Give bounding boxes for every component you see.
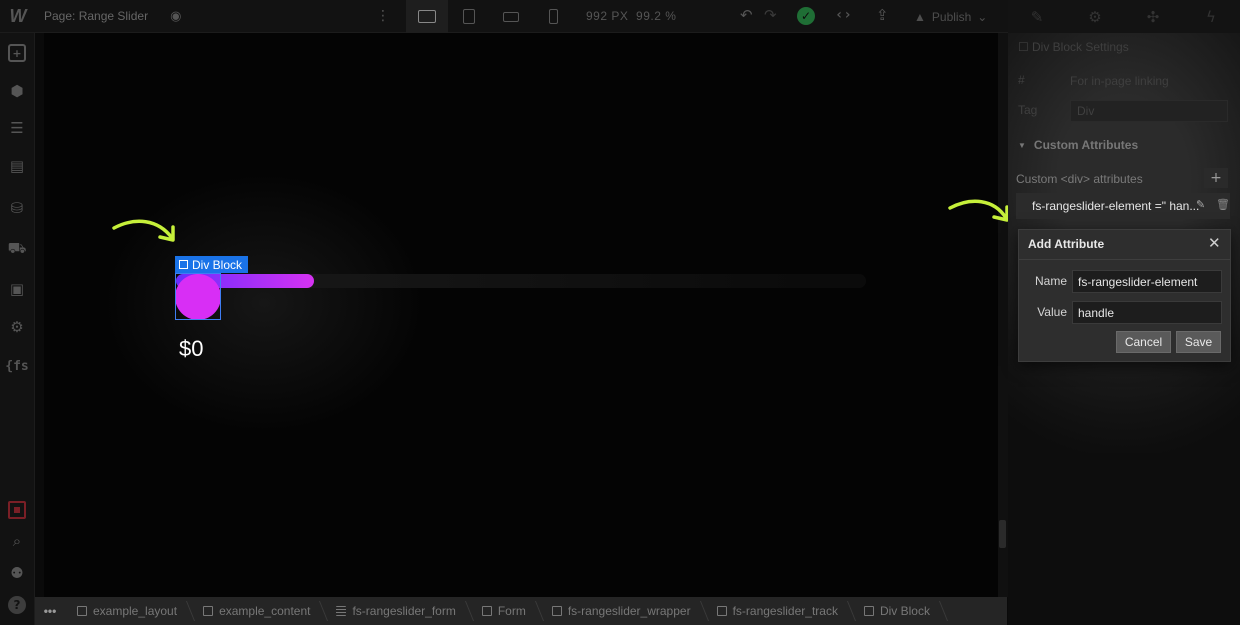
mobile-landscape-device-icon[interactable] — [490, 0, 532, 33]
price-display: $0 — [179, 336, 204, 361]
edit-pencil-icon[interactable]: ✎ — [1196, 198, 1205, 211]
box-icon — [77, 606, 87, 616]
add-elements-icon[interactable]: + — [8, 44, 26, 62]
breadcrumb-label: fs-rangeslider_form — [352, 604, 456, 618]
box-icon — [863, 606, 874, 616]
scroll-thumb[interactable] — [999, 520, 1006, 548]
webflow-logo[interactable]: W — [0, 0, 36, 33]
breadcrumb-item[interactable]: fs-rangeslider_track — [705, 597, 852, 625]
settings-gear-icon[interactable]: ⚙ — [8, 318, 26, 336]
publish-button[interactable]: ▲ Publish ⌄ — [914, 0, 987, 33]
form-icon — [336, 606, 347, 616]
help-icon[interactable]: ? — [8, 596, 26, 614]
breadcrumb-label: example_layout — [93, 604, 178, 618]
breadcrumb-label: example_content — [219, 604, 311, 618]
settings-gear-icon[interactable]: ⚙ — [1066, 0, 1124, 33]
preview-eye-icon[interactable]: ◉ — [170, 9, 181, 24]
breadcrumb-item[interactable]: fs-rangeslider_form — [324, 597, 469, 625]
breadcrumb-item[interactable]: example_content — [191, 597, 324, 625]
div-block-icon — [179, 260, 188, 269]
redo-icon[interactable]: ↷ — [764, 6, 777, 24]
breadcrumb-item[interactable]: Form — [470, 597, 540, 625]
box-icon — [716, 606, 727, 616]
trash-icon[interactable]: 🗑 — [1216, 198, 1230, 211]
name-input[interactable] — [1072, 270, 1222, 293]
canvas-glow — [104, 173, 424, 433]
close-icon[interactable]: ✕ — [1208, 234, 1221, 252]
breadcrumb-label: Form — [497, 604, 526, 618]
breadcrumb: ••• example_layout example_content fs-rang… — [35, 597, 1007, 625]
pages-icon[interactable]: ▤ — [8, 157, 26, 175]
navigator-icon[interactable]: ☰ — [8, 119, 26, 137]
breadcrumb-item[interactable]: example_layout — [65, 597, 191, 625]
save-button[interactable]: Save — [1176, 331, 1221, 353]
more-options-icon[interactable]: ⋮ — [376, 8, 390, 24]
id-hash-icon: # — [1018, 73, 1025, 87]
users-icon[interactable]: ⚉ — [8, 564, 26, 582]
name-label: Name — [1034, 274, 1067, 288]
assets-icon[interactable]: ▣ — [8, 280, 26, 298]
selected-element-tag[interactable]: Div Block — [175, 256, 249, 273]
desktop-device-icon[interactable] — [406, 0, 448, 33]
attributes-caption: Custom <div> attributes — [1016, 172, 1143, 186]
breadcrumb-label: Div Block — [879, 604, 930, 618]
mobile-portrait-device-icon[interactable] — [532, 0, 574, 33]
saved-check-icon: ✓ — [797, 7, 815, 25]
breadcrumb-label: fs-rangeslider_track — [732, 604, 838, 618]
breadcrumb-item[interactable]: fs-rangeslider_wrapper — [540, 597, 705, 625]
add-attribute-dialog: Add Attribute ✕ Name Value Cancel Save — [1018, 229, 1231, 362]
settings-title: Div Block Settings — [1032, 40, 1129, 54]
panel-tabs: ✎ ⚙ ✣ ϟ — [1008, 0, 1240, 33]
annotation-arrow-icon — [112, 219, 175, 242]
viewport-readout: 992 PX 99.2 % — [586, 9, 677, 23]
box-icon — [203, 606, 214, 616]
annotation-arrow-icon — [948, 199, 1009, 222]
tablet-device-icon[interactable] — [448, 0, 490, 33]
record-icon[interactable] — [8, 501, 26, 519]
canvas-scrollbar[interactable] — [998, 33, 1008, 597]
dialog-title: Add Attribute — [1028, 237, 1105, 251]
interactions-icon[interactable]: ✣ — [1124, 0, 1182, 33]
left-toolbar: + ⬢ ☰ ▤ ⛁ ⛟ ▣ ⚙ {fs ⌕ ⚉ ? — [0, 33, 35, 625]
device-switcher — [406, 0, 574, 33]
breadcrumb-more-icon[interactable]: ••• — [35, 604, 65, 618]
box-icon — [551, 606, 562, 616]
components-cube-icon[interactable]: ⬢ — [8, 82, 26, 100]
value-label: Value — [1037, 305, 1067, 319]
style-brush-icon[interactable]: ✎ — [1008, 0, 1066, 33]
id-input[interactable]: For in-page linking — [1070, 74, 1169, 88]
caret-down-icon: ▼ — [1018, 140, 1026, 150]
chevron-down-icon: ⌄ — [977, 9, 988, 24]
cancel-button[interactable]: Cancel — [1116, 331, 1171, 353]
lightning-icon[interactable]: ϟ — [1182, 0, 1240, 33]
tag-select[interactable]: Div — [1070, 100, 1228, 122]
breadcrumb-item[interactable]: Div Block — [852, 597, 944, 625]
add-attribute-button[interactable]: + — [1204, 168, 1228, 188]
selection-outline — [175, 273, 221, 320]
custom-attributes-header[interactable]: ▼ Custom Attributes — [1008, 134, 1240, 156]
ecommerce-cart-icon[interactable]: ⛟ — [8, 239, 27, 258]
cms-database-icon[interactable]: ⛁ — [8, 199, 26, 217]
dialog-divider — [1019, 259, 1230, 260]
breadcrumb-label: fs-rangeslider_wrapper — [567, 604, 691, 618]
code-export-icon[interactable]: ‹› — [835, 7, 852, 23]
tag-label: Tag — [1018, 103, 1038, 117]
box-icon — [481, 606, 492, 616]
page-selector[interactable]: Page: Range Slider — [44, 9, 148, 23]
share-icon[interactable]: ⇪ — [876, 6, 889, 24]
finsweet-app-icon[interactable]: {fs — [5, 357, 28, 375]
publish-rocket-icon: ▲ — [914, 9, 926, 24]
search-icon[interactable]: ⌕ — [8, 532, 26, 550]
undo-icon[interactable]: ↶ — [740, 6, 753, 24]
settings-checkbox-icon: ☐ — [1018, 40, 1029, 54]
value-input[interactable] — [1072, 301, 1222, 324]
